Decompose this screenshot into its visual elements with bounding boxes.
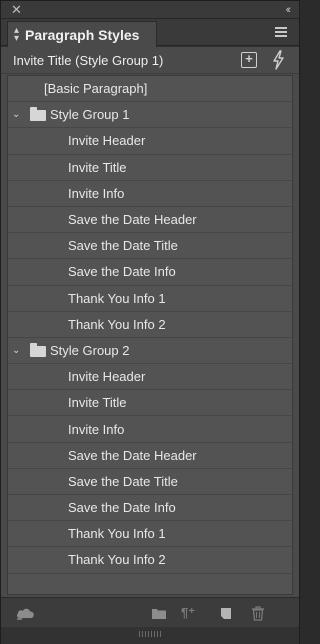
group-name: Style Group 1 [50,107,130,123]
list-item[interactable]: Invite Info [8,416,292,443]
list-item[interactable]: Save the Date Title [8,233,292,260]
style-name: Thank You Info 2 [68,552,166,568]
list-item[interactable]: Invite Title [8,155,292,181]
style-list: [Basic Paragraph] ⌄ Style Group 1 Invite… [7,75,293,595]
panel-footer: ¶⁺ [1,597,299,627]
style-name: Invite Header [68,369,146,385]
new-style-icon[interactable] [219,605,233,621]
panel-body: Invite Title (Style Group 1) + [Basic Pa… [1,47,299,597]
list-item[interactable]: Thank You Info 2 [8,312,292,338]
list-item[interactable]: Save the Date Header [8,443,292,469]
close-icon[interactable]: ✕ [11,2,22,18]
folder-icon [30,342,46,357]
style-name: Save the Date Header [68,212,197,228]
style-group-row[interactable]: ⌄ Style Group 1 [8,102,292,129]
style-name: Invite Title [68,159,127,175]
trash-icon[interactable] [251,605,265,621]
list-item[interactable]: Invite Title [8,390,292,417]
list-item[interactable]: Save the Date Title [8,469,292,495]
chevron-down-icon[interactable]: ⌄ [12,345,22,356]
cloud-icon[interactable] [15,605,37,621]
current-style-name: Invite Title (Style Group 1) [13,52,164,68]
style-name: [Basic Paragraph] [44,81,148,97]
list-item[interactable]: Thank You Info 1 [8,286,292,312]
style-name: Save the Date Info [68,500,176,516]
clear-overrides-icon[interactable]: ¶⁺ [181,605,203,621]
chevron-down-icon[interactable]: ⌄ [12,109,22,120]
style-name: Invite Info [68,185,125,201]
style-name: Invite Info [68,421,125,437]
style-name: Thank You Info 2 [68,316,166,332]
list-item[interactable]: Invite Info [8,181,292,207]
tab-paragraph-styles[interactable]: ▴ ▾ Paragraph Styles [7,21,157,47]
list-item[interactable]: Save the Date Info [8,259,292,286]
tab-sort-icon: ▴ ▾ [14,24,20,44]
resize-grip[interactable] [139,631,163,637]
panel-menu-icon[interactable] [275,27,287,37]
group-name: Style Group 2 [50,342,130,358]
style-name: Invite Title [68,395,127,411]
tab-row: ▴ ▾ Paragraph Styles [1,19,299,47]
list-item[interactable]: Save the Date Header [8,207,292,234]
list-item[interactable]: Invite Header [8,128,292,155]
style-name: Save the Date Title [68,238,178,254]
paragraph-styles-panel: ✕ ‹‹ ▴ ▾ Paragraph Styles Invite Title (… [0,0,300,644]
style-group-row[interactable]: ⌄ Style Group 2 [8,338,292,365]
style-name: Save the Date Header [68,447,197,463]
lightning-bolt-icon[interactable] [271,50,285,70]
current-style-row: Invite Title (Style Group 1) + [1,47,299,74]
panel-titlebar: ✕ ‹‹ [1,1,299,19]
list-item[interactable]: Invite Header [8,364,292,391]
tab-label: Paragraph Styles [25,26,140,43]
folder-icon[interactable] [151,605,167,621]
add-style-icon[interactable]: + [241,52,257,68]
style-name: Save the Date Info [68,264,176,280]
list-item-basic-paragraph[interactable]: [Basic Paragraph] [8,76,292,103]
collapse-panels-icon[interactable]: ‹‹ [286,2,292,18]
resize-bar [1,628,299,644]
style-name: Thank You Info 1 [68,526,166,542]
list-item[interactable]: Save the Date Info [8,495,292,522]
style-name: Invite Header [68,133,146,149]
style-name: Save the Date Title [68,473,178,489]
list-item[interactable]: Thank You Info 1 [8,521,292,548]
style-name: Thank You Info 1 [68,290,166,306]
list-item[interactable]: Thank You Info 2 [8,547,292,574]
folder-icon [30,107,46,122]
